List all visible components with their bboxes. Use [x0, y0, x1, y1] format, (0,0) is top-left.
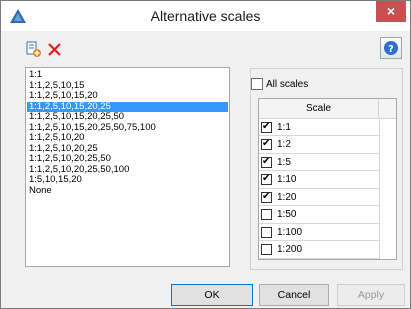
scale-checkbox[interactable] — [261, 138, 272, 150]
title-bar: Alternative scales × — [1, 1, 410, 31]
scale-value: 1:1 — [277, 121, 291, 133]
cancel-button[interactable]: Cancel — [259, 284, 329, 306]
scale-checkbox[interactable] — [261, 121, 272, 133]
list-item[interactable]: 1:1,2,5,10,20 — [27, 132, 228, 144]
table-row[interactable]: 1:20 — [259, 189, 379, 206]
list-item[interactable]: None — [27, 185, 228, 197]
table-row[interactable]: 1:50 — [259, 207, 379, 224]
help-button[interactable]: ? — [380, 37, 402, 59]
ok-button[interactable]: OK — [171, 284, 253, 306]
scale-value: 1:100 — [277, 226, 303, 238]
svg-text:?: ? — [388, 44, 394, 55]
table-row[interactable]: 1:200 — [259, 242, 379, 259]
list-item[interactable]: 1:1,2,5,10,15,20,25,50 — [27, 111, 228, 123]
list-item[interactable]: 1:1,2,5,10,15,20 — [27, 90, 228, 102]
apply-button[interactable]: Apply — [337, 284, 405, 306]
list-item[interactable]: 1:1,2,5,10,20,25,50 — [27, 153, 228, 165]
table-row[interactable]: 1:10 — [259, 172, 379, 189]
scale-set-list[interactable]: 1:1 1:1,2,5,10,15 1:1,2,5,10,15,20 1:1,2,5,… — [25, 67, 230, 267]
scale-value: 1:200 — [277, 244, 303, 255]
scale-checkbox[interactable] — [261, 244, 272, 255]
delete-icon[interactable] — [45, 39, 65, 59]
table-header: Scale — [259, 99, 396, 119]
scale-value: 1:20 — [277, 191, 297, 203]
scale-column-header[interactable]: Scale — [259, 99, 379, 119]
table-row[interactable]: 1:5 — [259, 154, 379, 171]
scale-value: 1:2 — [277, 139, 291, 150]
dialog-window: Alternative scales × ? 1:1 1:1,2,5,10,15 1… — [0, 0, 411, 309]
scale-value: 1:5 — [277, 156, 291, 168]
scale-checkbox[interactable] — [261, 226, 272, 238]
all-scales-label: All scales — [266, 78, 309, 90]
scale-table: Scale 1:1 1:2 1:5 1:10 1:20 1:50 1:100 1:200 — [258, 98, 397, 260]
scale-value: 1:10 — [277, 174, 297, 185]
all-scales-check-box[interactable] — [251, 78, 263, 90]
help-icon: ? — [384, 41, 398, 55]
scale-checkbox[interactable] — [261, 209, 272, 220]
add-scale-icon[interactable] — [23, 39, 43, 59]
scale-value: 1:50 — [277, 209, 297, 220]
table-row[interactable]: 1:2 — [259, 137, 379, 154]
table-row[interactable]: 1:100 — [259, 224, 379, 241]
dialog-title: Alternative scales — [150, 8, 261, 24]
close-button[interactable]: × — [376, 1, 406, 22]
scale-checkbox[interactable] — [261, 191, 272, 203]
scale-checkbox[interactable] — [261, 156, 272, 168]
table-row[interactable]: 1:1 — [259, 119, 379, 136]
scale-checkbox[interactable] — [261, 173, 272, 185]
column-divider — [379, 119, 380, 259]
list-item[interactable]: 1:1 — [27, 69, 228, 81]
list-item[interactable]: 1:5,10,15,20 — [27, 174, 228, 186]
all-scales-checkbox[interactable]: All scales — [251, 78, 308, 90]
